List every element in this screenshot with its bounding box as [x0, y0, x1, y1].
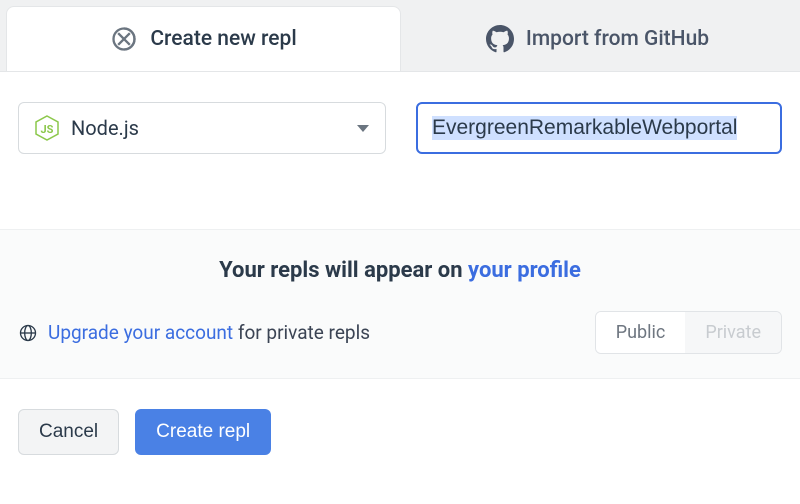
tab-import-github[interactable]: Import from GitHub: [401, 6, 794, 71]
config-row: JS Node.js: [0, 72, 800, 154]
footer-actions: Cancel Create repl: [0, 379, 800, 485]
visibility-private: Private: [685, 312, 781, 353]
language-selected-label: Node.js: [71, 116, 139, 140]
tab-create-label: Create new repl: [150, 27, 296, 51]
tab-create-repl[interactable]: Create new repl: [6, 6, 401, 71]
profile-headline: Your repls will appear on your profile: [18, 258, 782, 283]
your-profile-link[interactable]: your profile: [468, 258, 581, 283]
language-select[interactable]: JS Node.js: [18, 102, 386, 154]
mode-tabs: Create new repl Import from GitHub: [0, 0, 800, 72]
upgrade-suffix: for private repls: [233, 321, 370, 344]
replit-icon: [110, 25, 138, 53]
nodejs-icon: JS: [35, 115, 59, 141]
cancel-button[interactable]: Cancel: [18, 409, 119, 455]
visibility-toggle: Public Private: [595, 311, 782, 354]
chevron-down-icon: [357, 125, 369, 132]
repl-name-input[interactable]: [416, 102, 782, 154]
globe-icon: [18, 323, 38, 343]
create-repl-button[interactable]: Create repl: [135, 409, 271, 455]
upgrade-message: Upgrade your account for private repls: [18, 321, 370, 344]
github-icon: [486, 25, 514, 53]
visibility-public[interactable]: Public: [596, 312, 686, 353]
tab-import-label: Import from GitHub: [526, 27, 709, 51]
info-panel: Your repls will appear on your profile U…: [0, 229, 800, 379]
headline-prefix: Your repls will appear on: [219, 258, 468, 283]
svg-text:JS: JS: [41, 123, 54, 136]
upgrade-account-link[interactable]: Upgrade your account: [48, 321, 233, 344]
